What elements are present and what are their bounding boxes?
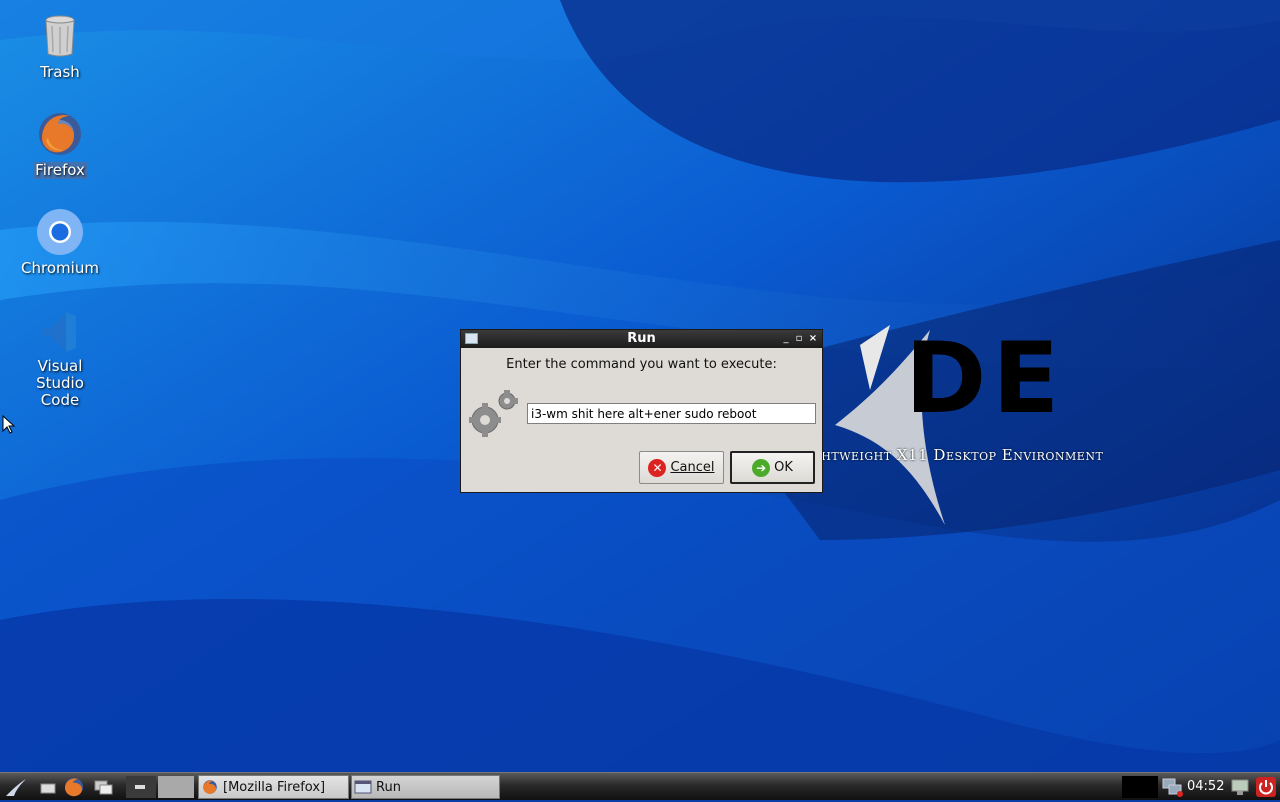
cancel-button[interactable]: ✕ Cancel <box>639 451 724 484</box>
chromium-icon <box>36 208 84 256</box>
taskbar: [Mozilla Firefox] Run 04:52 <box>0 772 1280 800</box>
desktop-icon-label: Trash <box>40 63 80 81</box>
ok-button-label: OK <box>774 460 793 475</box>
desktop-pager-2[interactable] <box>158 776 194 798</box>
run-dialog-title: Run <box>627 331 656 346</box>
screen-lock-icon[interactable] <box>1228 776 1252 798</box>
lxde-menu-icon[interactable] <box>4 776 28 798</box>
desktop-icon-vscode[interactable]: Visual Studio Code <box>10 308 110 409</box>
task-run[interactable]: Run <box>351 775 500 799</box>
command-input[interactable] <box>527 403 816 424</box>
window-icon <box>354 780 372 794</box>
firefox-launcher-icon[interactable] <box>62 776 86 798</box>
ok-arrow-icon: ➔ <box>752 458 771 477</box>
run-dialog-titlebar[interactable]: Run _ ▫ × <box>461 330 822 348</box>
firefox-icon <box>36 110 84 158</box>
desktop-pager-1[interactable] <box>126 776 156 798</box>
desktop-icon-chromium[interactable]: Chromium <box>10 208 110 277</box>
system-tray-area <box>1122 776 1158 798</box>
minimize-icon[interactable]: _ <box>780 332 792 346</box>
lxde-logo-text: DE <box>905 322 1066 436</box>
desktop-icon-label: Visual Studio Code <box>36 357 84 409</box>
maximize-icon[interactable]: ▫ <box>793 332 805 346</box>
run-prompt-label: Enter the command you want to execute: <box>506 357 777 372</box>
desktop-icon-label: Chromium <box>21 259 99 277</box>
power-icon[interactable] <box>1254 776 1278 798</box>
clock[interactable]: 04:52 <box>1187 773 1224 800</box>
cancel-icon: ✕ <box>648 458 667 477</box>
trash-icon <box>36 12 84 60</box>
vscode-icon <box>36 308 84 356</box>
task-label: Run <box>376 779 401 795</box>
ok-button[interactable]: ➔ OK <box>730 451 815 484</box>
desktop-icon-label: Firefox <box>33 161 87 179</box>
mouse-cursor-icon <box>2 415 16 434</box>
run-dialog: Run _ ▫ × Enter the command you want to … <box>460 329 823 493</box>
network-icon[interactable] <box>1160 776 1184 798</box>
task-label: [Mozilla Firefox] <box>223 779 326 795</box>
close-icon[interactable]: × <box>807 332 819 346</box>
file-manager-icon[interactable] <box>36 776 60 798</box>
firefox-icon <box>203 780 217 794</box>
window-switcher-icon[interactable] <box>92 776 116 798</box>
gear-icon <box>467 388 519 440</box>
task-firefox[interactable]: [Mozilla Firefox] <box>198 775 349 799</box>
desktop-icon-trash[interactable]: Trash <box>10 12 110 81</box>
desktop-icon-firefox[interactable]: Firefox <box>10 110 110 179</box>
cancel-button-label: Cancel <box>670 460 715 475</box>
lxde-logo-tagline: ghtweight X11 Desktop Environment <box>812 446 1104 464</box>
